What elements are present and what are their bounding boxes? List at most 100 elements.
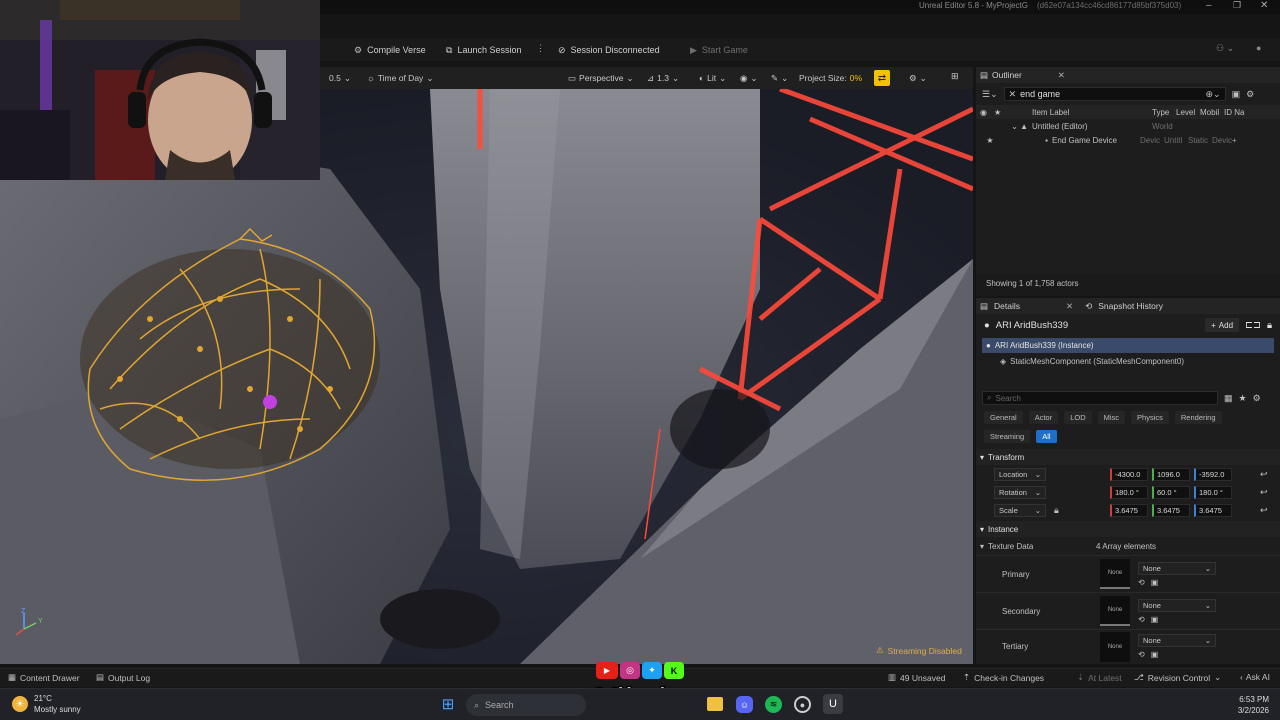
texture-thumbnail[interactable]: None <box>1100 559 1130 589</box>
users-icon[interactable]: ⚇ ⌄ <box>1216 43 1234 54</box>
column-id-name[interactable]: ID Na <box>1224 108 1248 117</box>
pin-column-icon[interactable]: ★ <box>994 108 1032 117</box>
streaming-disabled-notice[interactable]: ⚠ Streaming Disabled <box>876 645 962 656</box>
category-all[interactable]: All <box>1036 430 1057 443</box>
category-physics[interactable]: Physics <box>1131 411 1169 424</box>
add-filter-icon[interactable]: ⊕⌄ <box>1206 89 1221 100</box>
expand-icon[interactable]: ⌄ ▲ <box>980 122 1032 131</box>
category-misc[interactable]: Misc <box>1097 411 1126 424</box>
lock-icon[interactable]: 🔒︎ <box>1267 320 1272 331</box>
at-latest-button[interactable]: ⇣ At Latest <box>1077 672 1122 683</box>
outliner-row-world[interactable]: ⌄ ▲ Untitled (Editor) World <box>976 119 1280 133</box>
category-rendering[interactable]: Rendering <box>1174 411 1222 424</box>
maximize-icon[interactable]: ❐ <box>1233 0 1241 11</box>
unreal-editor-icon[interactable]: U <box>823 694 843 714</box>
scale-x-field[interactable]: 3.6475 <box>1110 503 1148 517</box>
visibility-column-icon[interactable]: ◉ <box>980 108 994 117</box>
browse-icon[interactable]: ⟲ <box>1138 650 1145 659</box>
component-row[interactable]: ◈ StaticMeshComponent (StaticMeshCompone… <box>982 354 1274 369</box>
scale-y-field[interactable]: 3.6475 <box>1152 503 1190 517</box>
folder-icon[interactable]: ▣ <box>1151 615 1159 624</box>
folder-icon[interactable]: ▣ <box>1232 89 1241 100</box>
scale-dropdown[interactable]: Scale ⌄ <box>994 503 1046 517</box>
location-z-field[interactable]: -3592.0 <box>1194 467 1232 481</box>
perspective-dropdown[interactable]: ▭ Perspective ⌄ <box>563 70 639 86</box>
outliner-search-input[interactable]: ✕ end game ⊕⌄ <box>1003 87 1226 101</box>
rotation-x-field[interactable]: 180.0 ° <box>1110 485 1148 499</box>
file-explorer-icon[interactable] <box>707 697 723 711</box>
fov-dropdown[interactable]: ⊿ 1.3 ⌄ <box>642 70 684 86</box>
transform-section-header[interactable]: ▾ Transform <box>976 449 1280 465</box>
lit-dropdown[interactable]: ◐ Lit ⌄ <box>694 70 731 86</box>
reset-icon[interactable]: ↩ <box>1260 505 1268 516</box>
outliner-row-end-game-device[interactable]: ★ ▪ End Game Device Devic Untitl Static … <box>976 133 1280 147</box>
start-game-button[interactable]: ▶ Start Game <box>684 40 754 60</box>
column-item-label[interactable]: Item Label <box>1032 108 1152 117</box>
show-dropdown[interactable]: ◉ ⌄ <box>735 70 763 86</box>
texture-thumbnail[interactable]: None <box>1100 596 1130 626</box>
column-mobility[interactable]: Mobil <box>1200 108 1224 117</box>
rotation-z-field[interactable]: 180.0 ° <box>1194 485 1232 499</box>
profile-icon[interactable]: ● <box>1256 43 1261 53</box>
more-options-icon[interactable]: ⋮ <box>536 43 545 54</box>
clear-search-icon[interactable]: ✕ <box>1009 89 1017 100</box>
project-size-indicator[interactable]: Project Size: 0% <box>794 70 867 86</box>
pin-icon[interactable]: ★ <box>980 136 1000 145</box>
grid-view-icon[interactable]: ▦ <box>1224 393 1233 404</box>
category-actor[interactable]: Actor <box>1028 411 1059 424</box>
rotation-y-field[interactable]: 60.0 ° <box>1152 485 1190 499</box>
category-lod[interactable]: LOD <box>1064 411 1092 424</box>
minimize-icon[interactable]: – <box>1206 0 1212 11</box>
revision-control-button[interactable]: ⎇ Revision Control ⌄ <box>1134 672 1221 683</box>
scale-lock-icon[interactable]: 🔒︎ <box>1050 505 1106 516</box>
texture-asset-dropdown[interactable]: None ⌄ <box>1138 634 1216 647</box>
compile-verse-button[interactable]: ⚙ Compile Verse <box>348 40 432 60</box>
texture-asset-dropdown[interactable]: None ⌄ <box>1138 561 1216 575</box>
column-level[interactable]: Level <box>1176 108 1200 117</box>
blueprint-icon[interactable]: ⊏⊐ <box>1245 320 1261 331</box>
texture-data-row[interactable]: ▾ Texture Data 4 Array elements <box>976 537 1280 555</box>
reset-icon[interactable]: ↩ <box>1260 487 1268 498</box>
output-log-button[interactable]: ▤ Output Log <box>96 672 150 683</box>
discord-icon[interactable]: ☺ <box>736 696 753 713</box>
outliner-settings-icon[interactable]: ⚙ <box>1246 89 1254 100</box>
category-streaming[interactable]: Streaming <box>984 430 1031 443</box>
add-component-button[interactable]: + Add <box>1205 318 1240 332</box>
folder-icon[interactable]: ▣ <box>1151 650 1159 659</box>
session-status-button[interactable]: ⊘ Session Disconnected <box>552 40 666 60</box>
taskbar-search[interactable]: ⌕ Search <box>466 694 586 716</box>
unsaved-button[interactable]: ▥ 49 Unsaved <box>888 672 945 683</box>
content-drawer-button[interactable]: ▦ Content Drawer <box>8 672 80 683</box>
filter-icon[interactable]: ☰⌄ <box>982 89 998 100</box>
browse-icon[interactable]: ⟲ <box>1138 578 1145 587</box>
outliner-tab[interactable]: ▤ Outliner ✕ <box>976 67 1280 83</box>
windows-start-icon[interactable]: ⊞ <box>440 696 456 713</box>
location-dropdown[interactable]: Location ⌄ <box>994 467 1046 481</box>
favorite-icon[interactable]: ★ <box>1239 393 1247 404</box>
camera-speed-dropdown[interactable]: 0.5 ⌄ <box>324 70 356 86</box>
details-search-input[interactable]: ⌕ Search <box>982 391 1218 405</box>
snap-dropdown[interactable]: ✎ ⌄ <box>766 70 793 86</box>
add-icon[interactable]: + <box>1232 136 1237 145</box>
time-of-day-dropdown[interactable]: ☼ Time of Day ⌄ <box>362 70 438 86</box>
texture-thumbnail[interactable]: None <box>1100 631 1130 662</box>
location-x-field[interactable]: -4300.0 <box>1110 467 1148 481</box>
column-type[interactable]: Type <box>1152 108 1176 117</box>
pivot-gizmo-icon[interactable] <box>263 395 277 409</box>
ask-ai-button[interactable]: ‹ Ask AI <box>1240 672 1270 682</box>
instance-row[interactable]: ● ARI AridBush339 (Instance) <box>982 338 1274 353</box>
realtime-icon[interactable]: ⇄ <box>874 70 890 86</box>
close-tab-icon[interactable]: ✕ <box>1058 70 1065 81</box>
folder-icon[interactable]: ▣ <box>1151 578 1159 587</box>
weather-widget[interactable]: ☀ 21°C Mostly sunny <box>12 693 81 715</box>
details-tab-label[interactable]: Details <box>994 301 1020 311</box>
taskbar-clock[interactable]: 6:53 PM 3/2/2026 <box>1205 694 1269 716</box>
spotify-icon[interactable]: ≋ <box>765 696 782 713</box>
instance-section-header[interactable]: ▾ Instance <box>976 521 1280 537</box>
browse-icon[interactable]: ⟲ <box>1138 615 1145 624</box>
layout-icon[interactable]: ⊞ <box>951 71 959 82</box>
close-window-icon[interactable]: ✕ <box>1260 0 1268 11</box>
scale-z-field[interactable]: 3.6475 <box>1194 503 1232 517</box>
settings-dropdown[interactable]: ⚙ ⌄ <box>904 70 932 86</box>
texture-asset-dropdown[interactable]: None ⌄ <box>1138 598 1216 612</box>
